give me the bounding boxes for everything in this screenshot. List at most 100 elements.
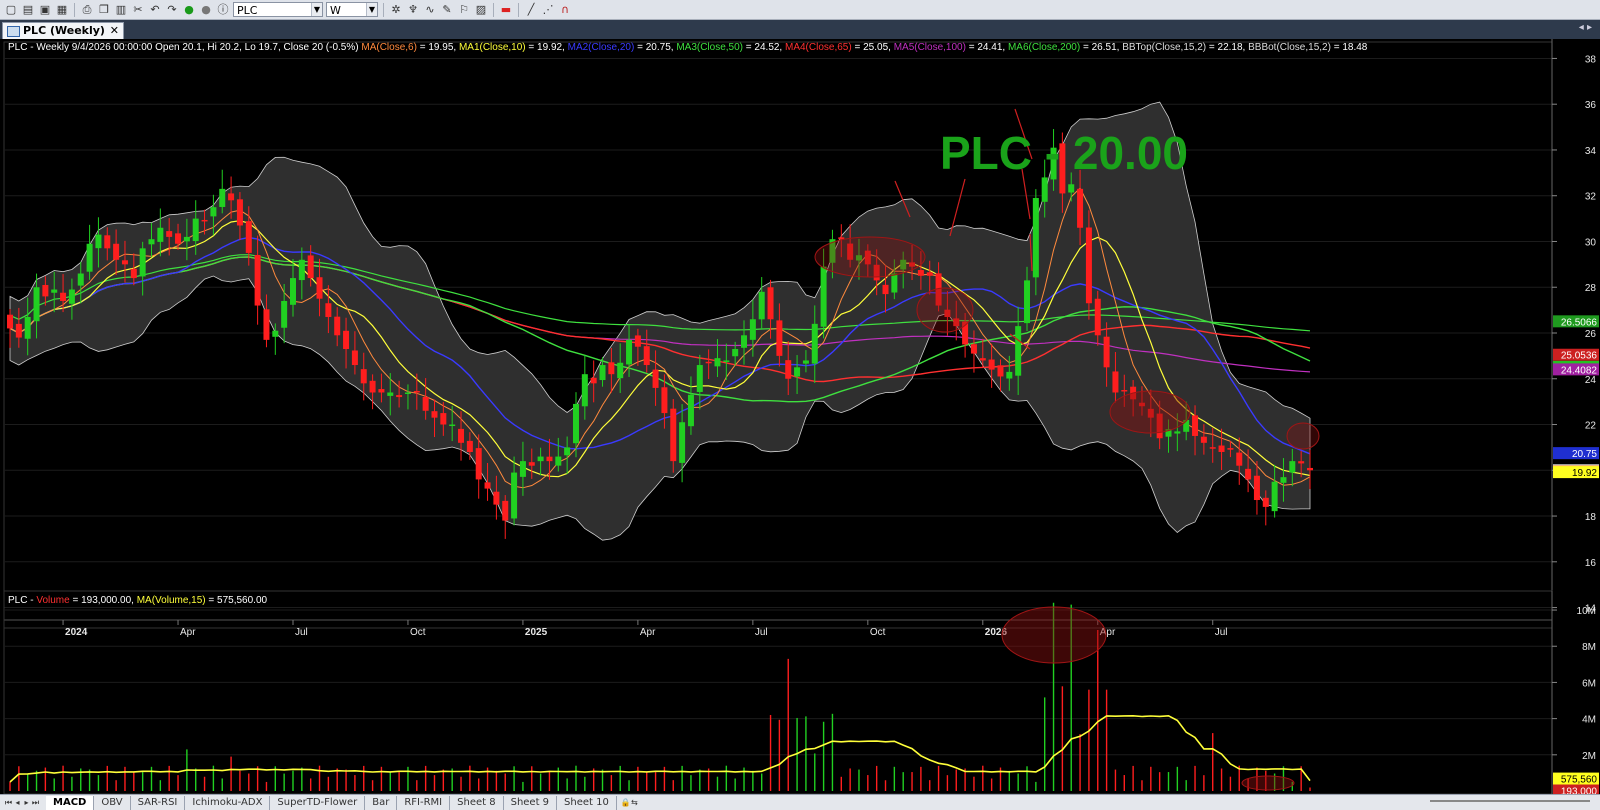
undo-icon[interactable]: ↶	[148, 3, 162, 17]
candle-body	[475, 448, 482, 480]
info-icon[interactable]: ⓘ	[216, 3, 230, 17]
volume-ma-legend-label: MA(Volume,15)	[137, 595, 206, 606]
price-badge-label: 19.92	[1572, 468, 1597, 479]
candle-body	[228, 193, 235, 201]
chart-area[interactable]: PLC - 20.00 14161820222426283032343638 2…	[0, 39, 1600, 794]
save-all-icon[interactable]: ▦	[55, 3, 69, 17]
candle-body	[643, 346, 650, 366]
sheet-tab[interactable]: Bar	[365, 795, 398, 810]
sheet-tab[interactable]: SAR-RSI	[131, 795, 186, 810]
legend-ma-label: MA1(Close,10)	[459, 42, 526, 53]
next-sheet-icon[interactable]: ▸	[22, 798, 31, 807]
toolbar-separator	[518, 2, 519, 17]
lock-icon[interactable]: 🔒	[621, 798, 631, 807]
legend-ma-value: = 20.75,	[634, 42, 676, 53]
wave-icon[interactable]: ∿	[423, 3, 437, 17]
candle-body	[68, 289, 75, 304]
magnet-icon[interactable]: ∩	[558, 3, 572, 17]
candle-body	[802, 360, 809, 364]
horizontal-scrollbar[interactable]	[1430, 800, 1590, 802]
alert-icon[interactable]: ⚐	[457, 3, 471, 17]
volume-tick-label: 2M	[1582, 751, 1596, 762]
candle-body	[1200, 436, 1207, 443]
last-sheet-icon[interactable]: ⏭	[31, 798, 40, 808]
forward-icon[interactable]: ●	[199, 3, 213, 17]
candle-body	[502, 500, 509, 521]
candle-body	[572, 403, 579, 444]
redo-icon[interactable]: ↷	[165, 3, 179, 17]
candle-body	[997, 365, 1004, 377]
volume-ma-legend-value: = 575,560.00	[206, 595, 268, 606]
indicator-icon[interactable]: ✲	[389, 3, 403, 17]
sheet-tab[interactable]: OBV	[94, 795, 131, 810]
back-icon[interactable]: ●	[182, 3, 196, 17]
print-icon[interactable]: ⎙	[80, 3, 94, 17]
candle-body	[404, 392, 411, 394]
copy-icon[interactable]: ❐	[97, 3, 111, 17]
chevron-down-icon[interactable]: ▼	[311, 3, 322, 16]
tab-chart[interactable]: PLC (Weekly) ✕	[2, 22, 124, 39]
candle-body	[33, 287, 40, 322]
candle-body	[1245, 468, 1252, 480]
candle-body	[599, 365, 606, 381]
price-tick-label: 24	[1585, 375, 1597, 386]
tab-bar: PLC (Weekly) ✕ ◂ ▸	[0, 20, 1600, 39]
candle-body	[307, 255, 314, 279]
sheet-tab[interactable]: Sheet 8	[450, 795, 504, 810]
volume-legend-label: Volume	[36, 595, 70, 606]
legend-ma-label: MA2(Close,20)	[568, 42, 635, 53]
sheet-tab[interactable]: Sheet 10	[557, 795, 617, 810]
candle-body	[581, 374, 588, 407]
first-sheet-icon[interactable]: ⏮	[4, 798, 13, 808]
sheet-menu-icon[interactable]: ⇆	[630, 798, 639, 807]
candle-body	[590, 377, 597, 384]
color-icon[interactable]: ▬	[499, 3, 513, 17]
candle-body	[422, 396, 429, 411]
candle-body	[77, 273, 84, 286]
new-file-icon[interactable]: ▢	[4, 3, 18, 17]
chevron-down-icon[interactable]: ▼	[366, 3, 377, 16]
sheet-tab[interactable]: SuperTD-Flower	[270, 795, 366, 810]
legend-ma-label: MA3(Close,50)	[676, 42, 743, 53]
sheet-tab[interactable]: Ichimoku-ADX	[185, 795, 271, 810]
legend-ma-label: MA(Close,6)	[361, 42, 417, 53]
candle-body	[1006, 371, 1013, 379]
volume-badges: 575,560193,000	[1553, 772, 1599, 794]
candle-body	[360, 369, 367, 384]
interval-combo[interactable]: W ▼	[326, 2, 378, 17]
sheet-tab[interactable]: Sheet 9	[504, 795, 558, 810]
symbol-value: PLC	[237, 4, 258, 17]
candle-body	[369, 380, 376, 393]
candle-body	[493, 491, 500, 505]
close-icon[interactable]: ✕	[110, 23, 119, 39]
line-icon[interactable]: ⋰	[541, 3, 555, 17]
prev-sheet-icon[interactable]: ◂	[13, 798, 22, 807]
volume-legend-prefix: PLC -	[8, 595, 36, 606]
sheet-tab[interactable]: MACD	[46, 795, 95, 810]
edit-icon[interactable]: ✎	[440, 3, 454, 17]
scan-icon[interactable]: ▨	[474, 3, 488, 17]
legend-prefix: PLC - Weekly 9/4/2026 00:00:00 Open 20.1…	[8, 42, 359, 53]
candle-body	[236, 199, 243, 226]
candle-body	[723, 360, 730, 362]
volume-tick-label: 8M	[1582, 642, 1596, 653]
tab-scroll-arrows[interactable]: ◂ ▸	[1579, 22, 1592, 33]
candle-body	[272, 330, 279, 337]
save-icon[interactable]: ▣	[38, 3, 52, 17]
toolbar-separator	[383, 2, 384, 17]
candle-body	[811, 323, 818, 364]
candle-body	[1041, 177, 1048, 202]
open-folder-icon[interactable]: ▤	[21, 3, 35, 17]
toolbar: ▢ ▤ ▣ ▦ ⎙ ❐ ▥ ✂ ↶ ↷ ● ● ⓘ PLC ▼ W ▼ ✲ ♆ ∿ …	[0, 0, 1600, 20]
pen-icon[interactable]: ╱	[524, 3, 538, 17]
cut-icon[interactable]: ✂	[131, 3, 145, 17]
symbol-combo[interactable]: PLC ▼	[233, 2, 323, 17]
candle-body	[219, 188, 226, 207]
price-badge-label: 24.4082	[1561, 365, 1598, 376]
legend-ma-list: MA(Close,6) = 19.95, MA1(Close,10) = 19.…	[361, 42, 1367, 53]
price-tick-label: 30	[1585, 237, 1597, 248]
candle-body	[626, 339, 633, 365]
paste-icon[interactable]: ▥	[114, 3, 128, 17]
sheet-tab[interactable]: RFI-RMI	[397, 795, 451, 810]
trend-icon[interactable]: ♆	[406, 3, 420, 17]
